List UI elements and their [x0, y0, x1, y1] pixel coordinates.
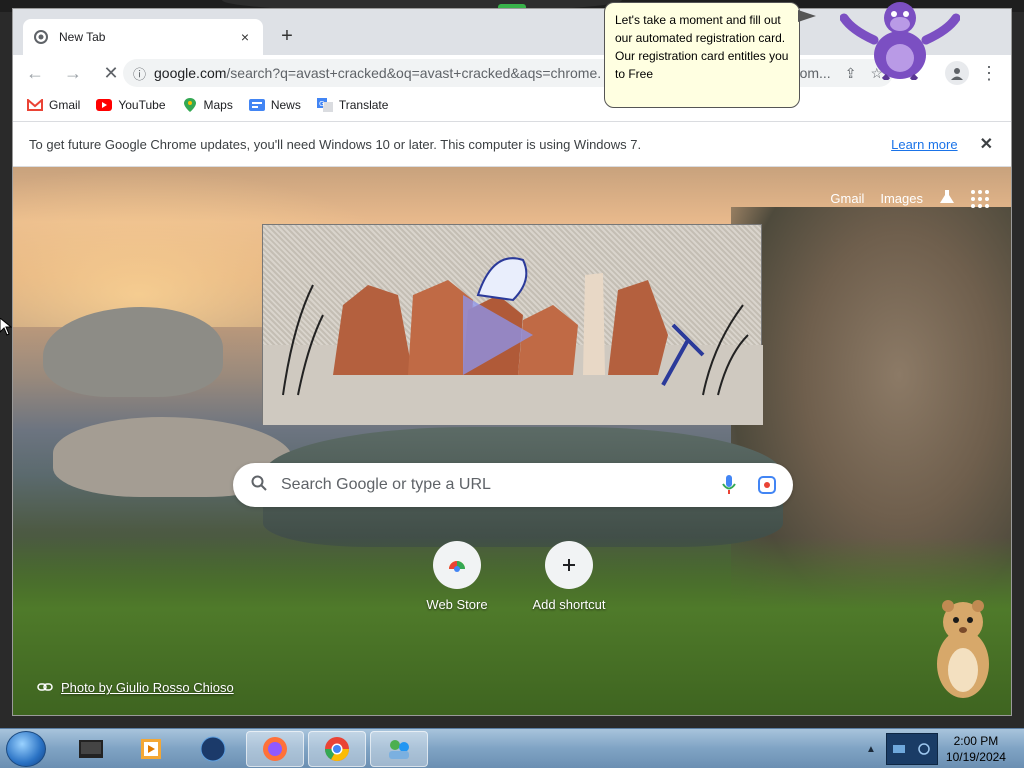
learn-more-link[interactable]: Learn more [891, 137, 957, 152]
chrome-icon [325, 737, 349, 762]
users-icon [389, 740, 409, 759]
bookmarks-bar: Gmail YouTube Maps News G Translate [13, 91, 1011, 119]
update-infobar: To get future Google Chrome updates, you… [13, 121, 1011, 167]
bubble-tail [798, 10, 816, 22]
url-path: /search?q=avast+cracked&oq=avast+cracked… [226, 65, 602, 81]
shortcuts-row: Web Store Add shortcut [417, 541, 609, 612]
photo-credit-link[interactable]: Photo by Giulio Rosso Chioso [37, 680, 234, 695]
taskbar-app-chrome[interactable] [308, 731, 366, 767]
volume-icon[interactable] [917, 742, 931, 756]
tray-icons-area [885, 733, 938, 765]
chrome-menu-icon[interactable]: ⋮ [979, 61, 999, 85]
firefox-icon [263, 737, 287, 761]
search-placeholder: Search Google or type a URL [281, 476, 491, 493]
network-icon[interactable] [892, 743, 906, 755]
purple-gorilla-assistant[interactable] [839, 0, 961, 83]
web-store-icon [433, 541, 481, 589]
infobar-close-icon[interactable]: ✕ [980, 134, 993, 154]
start-button[interactable] [6, 731, 46, 767]
chrome-favicon-icon [33, 29, 49, 45]
voice-search-icon[interactable] [717, 473, 741, 497]
mouse-cursor-icon [0, 317, 13, 336]
youtube-icon [96, 98, 113, 112]
google-search-box[interactable]: Search Google or type a URL [233, 463, 793, 507]
taskbar-app-player[interactable] [122, 731, 180, 767]
gmail-icon [27, 98, 43, 112]
back-button[interactable]: ← [19, 57, 51, 89]
shortcut-label: Web Store [426, 597, 488, 612]
clock-time: 2:00 PM [953, 734, 999, 748]
new-tab-page: Gmail Images Search Google or type a URL… [13, 167, 1011, 715]
clock-date: 10/19/2024 [945, 750, 1006, 764]
bookmark-news[interactable]: News [248, 98, 301, 112]
globe-icon [200, 736, 226, 762]
plus-icon [545, 541, 593, 589]
gmail-link[interactable]: Gmail [830, 191, 864, 206]
tab-title: New Tab [59, 30, 106, 44]
assistant-speech-bubble[interactable]: Let's take a moment and fill out our aut… [604, 2, 800, 108]
tab-new-tab[interactable]: New Tab × [23, 19, 263, 55]
site-info-icon[interactable]: ⓘ [133, 64, 146, 83]
shortcut-label: Add shortcut [532, 597, 606, 612]
system-tray: ▲ 2:00 PM 10/19/2024 [866, 729, 1024, 768]
taskbar-app-firefox[interactable] [246, 731, 304, 767]
search-icon [251, 475, 267, 496]
bookmark-maps[interactable]: Maps [182, 98, 233, 112]
translate-icon: G [316, 98, 333, 112]
bookmark-label: Maps [203, 98, 233, 112]
tab-close-icon[interactable]: × [237, 29, 253, 45]
photo-credit-text: Photo by Giulio Rosso Chioso [61, 680, 234, 695]
google-lens-icon[interactable] [755, 473, 779, 497]
labs-flask-icon[interactable] [939, 189, 955, 208]
show-hidden-icons-arrow-icon[interactable]: ▲ [866, 744, 876, 755]
doodle-play-icon[interactable] [463, 295, 533, 375]
url-host: google.com [154, 65, 227, 81]
media-player-icon [141, 739, 161, 759]
taskbar-app-users[interactable] [370, 731, 428, 767]
maps-icon [182, 98, 198, 112]
new-tab-button[interactable]: + [275, 25, 299, 49]
images-link[interactable]: Images [880, 191, 923, 206]
taskbar-app-globe[interactable] [184, 731, 242, 767]
bookmark-label: Translate [338, 98, 389, 112]
hamster-character[interactable] [930, 592, 996, 702]
chrome-window: New Tab × + ← → ✕ ⓘ google.com/search?q=… [12, 8, 1012, 716]
shortcut-add[interactable]: Add shortcut [529, 541, 609, 612]
shortcut-web-store[interactable]: Web Store [417, 541, 497, 612]
bookmark-youtube[interactable]: YouTube [96, 98, 166, 112]
infobar-message: To get future Google Chrome updates, you… [29, 136, 642, 152]
link-icon [37, 680, 53, 695]
google-apps-icon[interactable] [971, 189, 989, 208]
ntp-header-links: Gmail Images [830, 189, 989, 208]
google-doodle[interactable] [262, 224, 763, 425]
bookmark-label: Gmail [49, 98, 81, 112]
bookmark-translate[interactable]: G Translate [316, 98, 389, 112]
bookmark-label: News [270, 98, 301, 112]
forward-button[interactable]: → [57, 57, 89, 89]
svg-text:G: G [319, 100, 324, 108]
taskbar-app-media[interactable] [62, 731, 120, 767]
url-tail: om... [799, 64, 831, 81]
bookmark-label: YouTube [118, 98, 166, 112]
media-center-icon [79, 740, 103, 758]
news-icon [248, 98, 265, 112]
windows-taskbar: ▲ 2:00 PM 10/19/2024 [0, 728, 1024, 768]
bubble-text: Let's take a moment and fill out our aut… [615, 13, 789, 81]
bookmark-gmail[interactable]: Gmail [27, 98, 80, 112]
taskbar-clock[interactable]: 2:00 PM 10/19/2024 [946, 733, 1006, 765]
